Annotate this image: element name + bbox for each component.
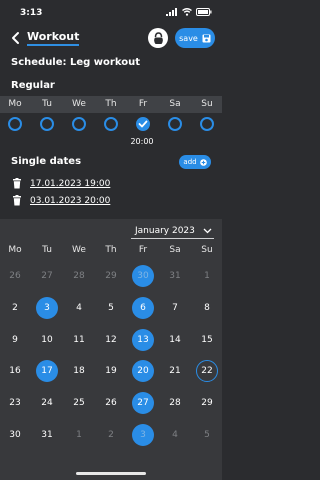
- calendar-day[interactable]: 7: [164, 297, 186, 319]
- kettlebell-icon: [153, 31, 163, 44]
- calendar-day[interactable]: 17: [36, 360, 58, 382]
- calendar-day[interactable]: 4: [164, 424, 186, 446]
- calendar-day[interactable]: 16: [4, 360, 26, 382]
- calendar-day[interactable]: 9: [4, 329, 26, 351]
- trash-icon[interactable]: [12, 178, 22, 189]
- calendar-day[interactable]: 10: [36, 329, 58, 351]
- calendar-day[interactable]: 13: [132, 329, 154, 351]
- weekday-label-fr: Fr: [138, 99, 148, 109]
- add-label: add: [183, 158, 197, 166]
- calendar-day[interactable]: 5: [100, 297, 122, 319]
- calendar-weekday-sa: Sa: [169, 245, 181, 255]
- weekday-label-th: Th: [105, 99, 117, 109]
- wifi-icon: [182, 8, 192, 16]
- calendar-day[interactable]: 3: [36, 297, 58, 319]
- calendar-day[interactable]: 28: [68, 265, 90, 287]
- single-date-row: 03.01.2023 20:00: [12, 195, 110, 206]
- calendar-day[interactable]: 11: [68, 329, 90, 351]
- calendar-day[interactable]: 4: [68, 297, 90, 319]
- calendar-day[interactable]: 19: [100, 360, 122, 382]
- calendar-weekday-mo: Mo: [8, 245, 22, 255]
- kettlebell-button[interactable]: [148, 28, 168, 48]
- calendar-day[interactable]: 29: [196, 392, 218, 414]
- add-date-button[interactable]: add: [179, 155, 211, 169]
- calendar-day[interactable]: 22: [196, 360, 218, 382]
- schedule-title: Schedule: Leg workout: [11, 57, 140, 68]
- save-label: save: [179, 33, 198, 43]
- calendar-day[interactable]: 27: [36, 265, 58, 287]
- calendar-day[interactable]: 25: [68, 392, 90, 414]
- checkmark-icon: [138, 120, 148, 128]
- status-bar: 3:13: [0, 0, 222, 24]
- weekday-toggle-th[interactable]: [104, 117, 118, 131]
- battery-icon: [196, 8, 212, 16]
- single-date-row: 17.01.2023 19:00: [12, 178, 110, 189]
- chevron-down-icon: [203, 228, 212, 233]
- calendar-day[interactable]: 3: [132, 424, 154, 446]
- save-button[interactable]: save: [175, 28, 215, 48]
- calendar-day[interactable]: 14: [164, 329, 186, 351]
- calendar-weekday-fr: Fr: [138, 245, 148, 255]
- calendar-day[interactable]: 26: [4, 265, 26, 287]
- friday-time[interactable]: 20:00: [130, 137, 153, 146]
- weekday-label-su: Su: [201, 99, 213, 109]
- calendar-day[interactable]: 28: [164, 392, 186, 414]
- calendar-day[interactable]: 30: [4, 424, 26, 446]
- calendar-day[interactable]: 5: [196, 424, 218, 446]
- calendar-day[interactable]: 24: [36, 392, 58, 414]
- trash-icon[interactable]: [12, 195, 22, 206]
- weekday-toggle-mo[interactable]: [8, 117, 22, 131]
- calendar-day[interactable]: 27: [132, 392, 154, 414]
- weekday-toggle-we[interactable]: [72, 117, 86, 131]
- calendar-day[interactable]: 2: [4, 297, 26, 319]
- calendar-day[interactable]: 8: [196, 297, 218, 319]
- calendar-day[interactable]: 18: [68, 360, 90, 382]
- single-date-link[interactable]: 17.01.2023 19:00: [30, 179, 110, 189]
- weekday-label-tu: Tu: [42, 99, 52, 109]
- weekday-header: Mo Tu We Th Fr Sa Su: [0, 96, 222, 113]
- weekday-label-we: We: [72, 99, 86, 109]
- calendar-day[interactable]: 1: [68, 424, 90, 446]
- status-time: 3:13: [20, 8, 43, 18]
- calendar-weekday-th: Th: [105, 245, 117, 255]
- calendar-day[interactable]: 21: [164, 360, 186, 382]
- regular-section-title: Regular: [11, 80, 55, 91]
- weekday-toggle-su[interactable]: [200, 117, 214, 131]
- calendar-day[interactable]: 20: [132, 360, 154, 382]
- signal-icon: [166, 8, 177, 16]
- calendar-day[interactable]: 6: [132, 297, 154, 319]
- single-dates-title: Single dates: [11, 156, 82, 167]
- status-icons: [166, 8, 212, 16]
- calendar-weekday-we: We: [72, 245, 86, 255]
- nav-bar: Workout save: [0, 24, 222, 54]
- calendar-day[interactable]: 29: [100, 265, 122, 287]
- month-label: January 2023: [135, 225, 195, 236]
- calendar-weekday-tu: Tu: [42, 245, 52, 255]
- weekday-label-mo: Mo: [8, 99, 22, 109]
- save-icon: [202, 34, 211, 42]
- calendar-day[interactable]: 26: [100, 392, 122, 414]
- page-title[interactable]: Workout: [27, 30, 80, 46]
- calendar-day[interactable]: 30: [132, 265, 154, 287]
- weekday-toggle-sa[interactable]: [168, 117, 182, 131]
- calendar-day[interactable]: 15: [196, 329, 218, 351]
- back-icon[interactable]: [10, 31, 22, 45]
- calendar-day[interactable]: 12: [100, 329, 122, 351]
- calendar-day[interactable]: 2: [100, 424, 122, 446]
- home-indicator: [76, 472, 146, 475]
- weekday-toggle-fr[interactable]: [136, 117, 150, 131]
- plus-icon: [199, 158, 207, 166]
- single-date-link[interactable]: 03.01.2023 20:00: [30, 196, 110, 206]
- calendar-weekday-su: Su: [201, 245, 213, 255]
- weekday-toggle-tu[interactable]: [40, 117, 54, 131]
- calendar-day[interactable]: 23: [4, 392, 26, 414]
- calendar-day[interactable]: 1: [196, 265, 218, 287]
- calendar-day[interactable]: 31: [36, 424, 58, 446]
- weekday-label-sa: Sa: [169, 99, 181, 109]
- month-select[interactable]: January 2023: [131, 223, 214, 239]
- calendar-day[interactable]: 31: [164, 265, 186, 287]
